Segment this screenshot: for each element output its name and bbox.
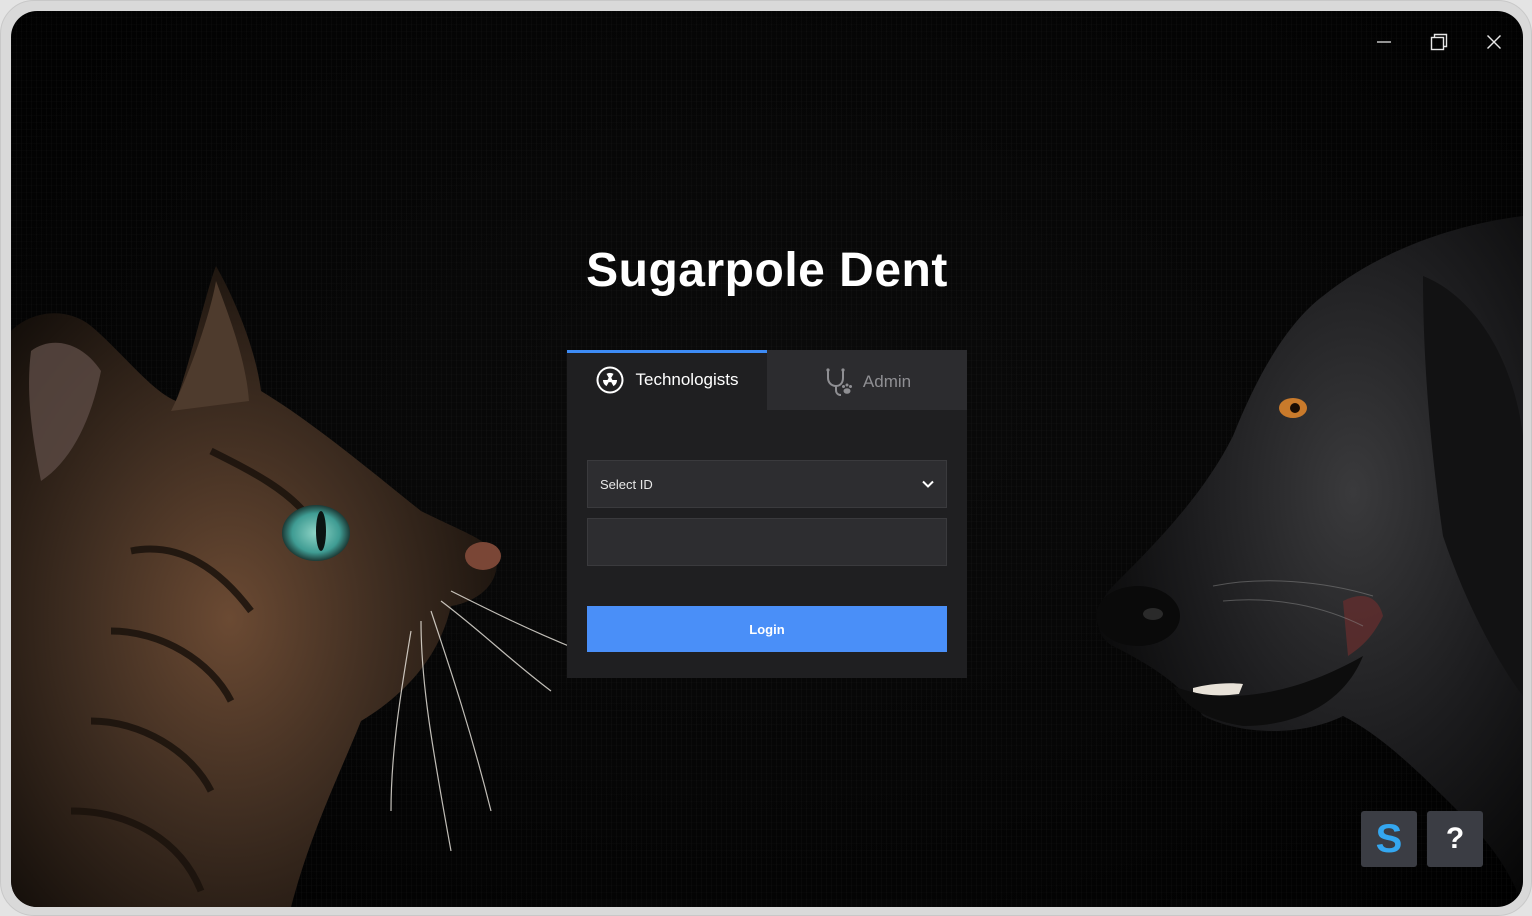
app-window: Sugarpole Dent Technologists Admin Selec… <box>11 11 1523 907</box>
select-id-value: Select ID <box>600 476 653 492</box>
chevron-down-icon <box>922 480 934 488</box>
restore-button[interactable] <box>1419 29 1459 55</box>
minimize-button[interactable] <box>1364 29 1404 55</box>
role-tabs: Technologists Admin <box>567 350 967 410</box>
minimize-icon <box>1377 41 1391 43</box>
stethoscope-paw-icon <box>823 367 853 397</box>
tab-admin[interactable]: Admin <box>767 350 967 410</box>
login-button[interactable]: Login <box>587 606 947 652</box>
cat-photo <box>11 266 582 907</box>
tab-technologists[interactable]: Technologists <box>567 350 767 410</box>
dog-photo <box>1096 216 1523 907</box>
login-panel: Technologists Admin Select ID Login <box>567 350 967 678</box>
app-frame: Sugarpole Dent Technologists Admin Selec… <box>0 0 1532 916</box>
close-button[interactable] <box>1474 29 1514 55</box>
tab-technologists-label: Technologists <box>635 370 739 389</box>
restore-icon <box>1430 33 1448 51</box>
tab-admin-label: Admin <box>862 371 912 391</box>
help-icon: ? <box>1445 822 1465 855</box>
password-input[interactable] <box>587 518 947 566</box>
help-button[interactable]: ? <box>1427 811 1483 867</box>
sugarpole-logo-button[interactable]: S <box>1361 811 1417 867</box>
radiation-icon <box>595 365 625 395</box>
app-title: Sugarpole Dent <box>586 244 948 297</box>
sugarpole-logo-icon: S <box>1375 816 1403 861</box>
close-icon <box>1487 35 1501 49</box>
select-id-dropdown[interactable]: Select ID <box>587 460 947 508</box>
